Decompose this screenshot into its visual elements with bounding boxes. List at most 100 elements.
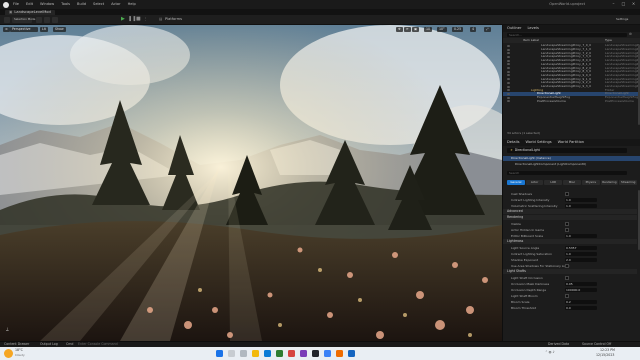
menu-item-select[interactable]: Select bbox=[93, 2, 104, 6]
visibility-eye-icon[interactable] bbox=[507, 67, 510, 70]
property-value-input[interactable]: 2.0 bbox=[565, 258, 597, 262]
property-value-input[interactable]: 0.2 bbox=[565, 300, 597, 304]
source-control-button[interactable]: Source Control Off bbox=[582, 342, 611, 346]
unreal-taskbar-icon[interactable] bbox=[312, 350, 319, 357]
tab-details[interactable]: Details bbox=[507, 140, 519, 145]
visibility-eye-icon[interactable] bbox=[507, 74, 510, 77]
visibility-eye-icon[interactable] bbox=[507, 81, 510, 84]
viewport-menu-button[interactable]: ≡ bbox=[3, 27, 10, 32]
lit-button[interactable]: Lit bbox=[40, 27, 48, 32]
property-checkbox[interactable] bbox=[565, 294, 569, 298]
filter-tab-general[interactable]: General bbox=[507, 180, 525, 185]
visibility-eye-icon[interactable] bbox=[507, 70, 510, 73]
menu-item-window[interactable]: Window bbox=[40, 2, 54, 6]
menu-item-tools[interactable]: Tools bbox=[61, 2, 70, 6]
component-root-row[interactable]: DirectionalLight (Instance) bbox=[503, 156, 640, 161]
filter-tab-misc[interactable]: Misc bbox=[563, 180, 581, 185]
filter-tab-rendering[interactable]: Rendering bbox=[600, 180, 619, 185]
column-item-label[interactable]: Item Label bbox=[523, 39, 539, 42]
tray-icons[interactable]: ⌃ ◍ ♪ bbox=[545, 350, 555, 354]
category-advanced[interactable]: Advanced bbox=[503, 209, 637, 214]
maximize-viewport-icon[interactable]: ⤢ bbox=[484, 27, 491, 32]
play-icon[interactable]: ▶ bbox=[121, 17, 125, 22]
store-icon[interactable] bbox=[276, 350, 283, 357]
property-value-input[interactable]: 0.0 bbox=[565, 306, 597, 310]
visibility-eye-icon[interactable] bbox=[507, 44, 510, 47]
scale-icon[interactable]: ▣ bbox=[412, 27, 420, 32]
output-log-button[interactable]: Output Log bbox=[40, 342, 58, 346]
property-value-input[interactable]: 0.05 bbox=[565, 282, 597, 286]
menu-item-edit[interactable]: Edit bbox=[26, 2, 33, 6]
more-icon[interactable]: ⋮ bbox=[144, 17, 148, 22]
tab-outliner[interactable]: Outliner bbox=[507, 26, 521, 31]
details-search-input[interactable]: Search bbox=[507, 171, 627, 175]
component-child-row[interactable]: DirectionalLightComponent (LightComponen… bbox=[503, 162, 640, 167]
show-button[interactable]: Show bbox=[53, 27, 66, 32]
start-icon[interactable] bbox=[216, 350, 223, 357]
task-view-icon[interactable] bbox=[240, 350, 247, 357]
level-viewport[interactable]: ≡ Perspective Lit Show ✥ ⟳ ▣ 10 10° 0.25 bbox=[0, 25, 502, 341]
angle-snap-button[interactable]: 10° bbox=[437, 27, 447, 32]
grid-snap-button[interactable]: 10 bbox=[424, 27, 433, 32]
property-checkbox[interactable] bbox=[565, 276, 569, 280]
minimize-icon[interactable]: – bbox=[611, 2, 616, 7]
property-value-input[interactable]: 1.0 bbox=[565, 234, 597, 238]
filter-tab-streaming[interactable]: Streaming bbox=[619, 180, 638, 185]
console-input[interactable]: Enter Console Command bbox=[78, 342, 118, 346]
file-explorer-icon[interactable] bbox=[252, 350, 259, 357]
visibility-eye-icon[interactable] bbox=[507, 63, 510, 66]
menu-item-actor[interactable]: Actor bbox=[111, 2, 120, 6]
visibility-eye-icon[interactable] bbox=[507, 100, 510, 103]
column-type[interactable]: Type bbox=[605, 39, 612, 42]
app-icon-4[interactable] bbox=[336, 350, 343, 357]
close-icon[interactable]: × bbox=[631, 2, 636, 7]
outliner-settings-icon[interactable]: ⚙ bbox=[629, 32, 632, 36]
property-checkbox[interactable] bbox=[565, 222, 569, 226]
outliner-search-input[interactable]: Search... bbox=[507, 33, 627, 37]
property-value-input[interactable]: 1.0 bbox=[565, 204, 597, 208]
app-icon-3[interactable] bbox=[324, 350, 331, 357]
menu-item-file[interactable]: File bbox=[13, 2, 19, 6]
visibility-eye-icon[interactable] bbox=[507, 85, 510, 88]
visibility-eye-icon[interactable] bbox=[507, 96, 510, 99]
visibility-eye-icon[interactable] bbox=[507, 48, 510, 51]
category-rendering[interactable]: Rendering bbox=[503, 215, 637, 220]
property-value-input[interactable]: 1.0 bbox=[565, 252, 597, 256]
search-icon[interactable] bbox=[228, 350, 235, 357]
outliner-row[interactable]: PostProcessVolume PostProcessVolume bbox=[503, 99, 640, 104]
translate-icon[interactable]: ✥ bbox=[396, 27, 403, 32]
category-lightmass[interactable]: Lightmass bbox=[503, 239, 637, 244]
property-value-input[interactable]: 1.0 bbox=[565, 198, 597, 202]
app-icon-5[interactable] bbox=[348, 350, 355, 357]
content-icon[interactable] bbox=[36, 17, 42, 23]
app-icon-1[interactable] bbox=[288, 350, 295, 357]
settings-button[interactable]: Settings bbox=[616, 18, 628, 21]
visibility-eye-icon[interactable] bbox=[507, 55, 510, 58]
perspective-button[interactable]: Perspective bbox=[10, 27, 38, 32]
cinematics-icon[interactable] bbox=[52, 17, 58, 23]
filter-tab-physics[interactable]: Physics bbox=[581, 180, 600, 185]
tab-world-settings[interactable]: World Settings bbox=[525, 140, 551, 145]
property-checkbox[interactable] bbox=[565, 228, 569, 232]
property-checkbox[interactable] bbox=[565, 264, 569, 268]
derived-data-button[interactable]: Derived Data bbox=[548, 342, 569, 346]
menu-item-help[interactable]: Help bbox=[128, 2, 136, 6]
blueprint-icon[interactable] bbox=[44, 17, 50, 23]
app-icon-2[interactable] bbox=[300, 350, 307, 357]
visibility-eye-icon[interactable] bbox=[507, 89, 510, 92]
visibility-eye-icon[interactable] bbox=[507, 52, 510, 55]
tab-world-partition[interactable]: World Partition bbox=[558, 140, 584, 145]
content-drawer-button[interactable]: Content Drawer bbox=[4, 342, 29, 346]
weather-icon[interactable] bbox=[4, 349, 13, 358]
edge-icon[interactable] bbox=[264, 350, 271, 357]
unreal-logo-icon[interactable] bbox=[3, 1, 9, 8]
tab-levels[interactable]: Levels bbox=[527, 26, 538, 31]
save-icon[interactable] bbox=[4, 17, 10, 23]
property-value-input[interactable]: 100000.0 bbox=[565, 288, 597, 292]
filter-tab-actor[interactable]: Actor bbox=[525, 180, 544, 185]
visibility-eye-icon[interactable] bbox=[507, 59, 510, 62]
filter-tab-lod[interactable]: LOD bbox=[544, 180, 563, 185]
cmd-button[interactable]: Cmd bbox=[66, 342, 73, 346]
property-value-input[interactable]: 0.5357 bbox=[565, 246, 597, 250]
platforms-button[interactable]: Platforms bbox=[165, 17, 182, 22]
